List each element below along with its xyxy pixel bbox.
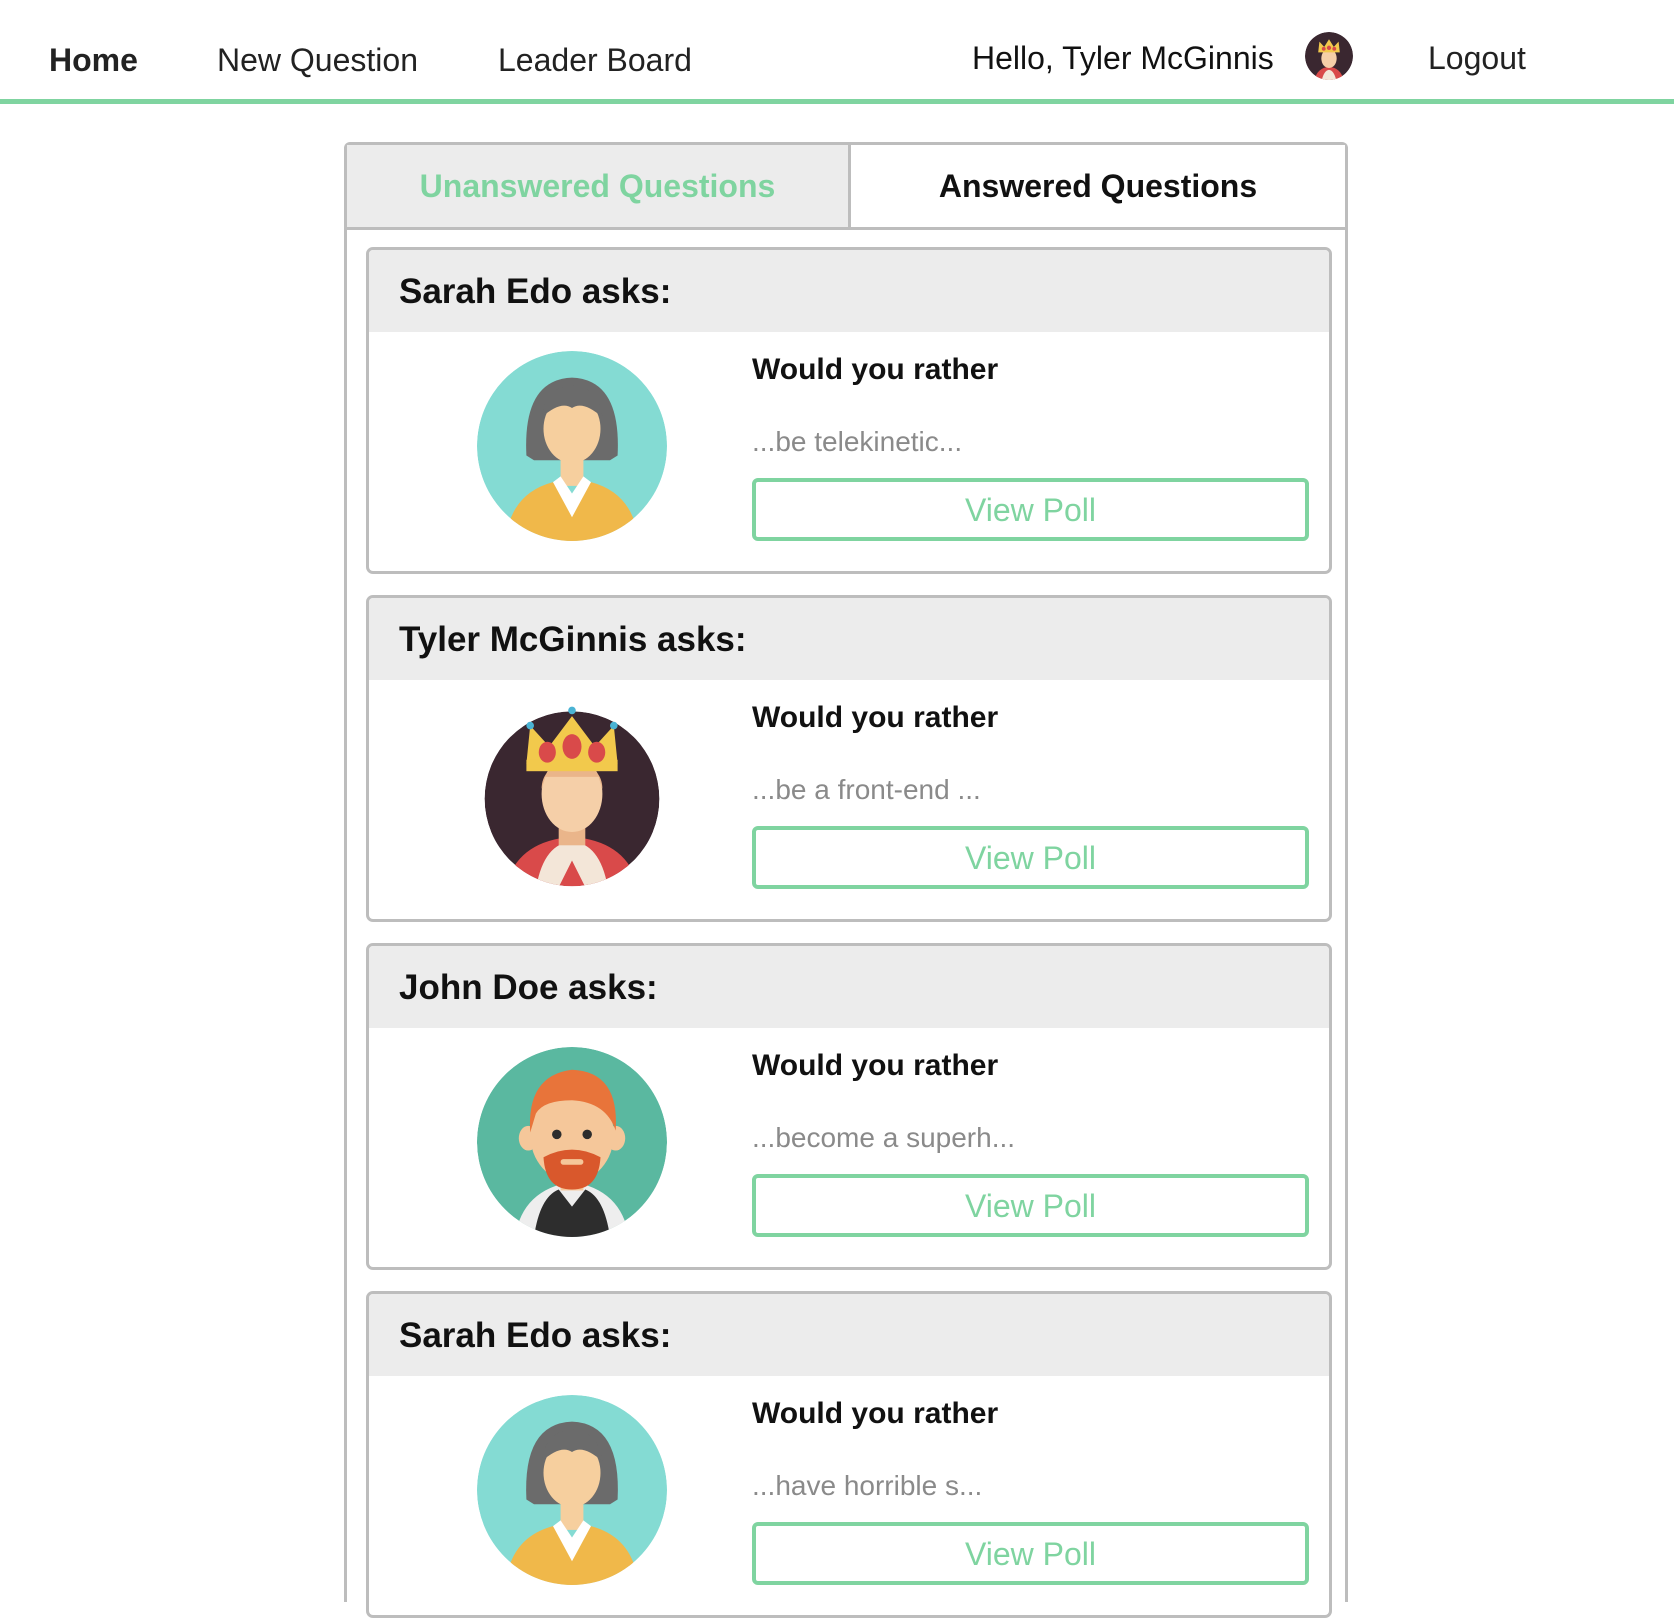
question-author: John Doe asks: [399,968,658,1007]
user-avatar-icon [1305,32,1353,80]
question-card-header: Sarah Edo asks: [369,1294,1329,1376]
sarah-avatar-icon [477,1395,667,1585]
view-poll-button[interactable]: View Poll [752,1174,1309,1237]
question-snippet: ...be telekinetic... [752,426,963,457]
question-snippet: ...have horrible s... [752,1470,983,1501]
question-card: John Doe asks: Would you rather ...becom… [366,943,1332,1270]
question-card: Sarah Edo asks: Would you rather ...be t… [366,247,1332,574]
question-author: Tyler McGinnis asks: [399,620,747,659]
question-card: Tyler McGinnis asks: Would you rather ..… [366,595,1332,922]
tab-unanswered-questions[interactable]: Unanswered Questions [347,145,851,227]
view-poll-button[interactable]: View Poll [752,826,1309,889]
question-card-header: Tyler McGinnis asks: [369,598,1329,680]
top-navbar: Home New Question Leader Board Hello, Ty… [0,0,1674,104]
question-prompt: Would you rather [752,353,999,386]
tab-answered-questions[interactable]: Answered Questions [851,145,1345,227]
question-author: Sarah Edo asks: [399,1316,672,1355]
nav-new-question-link[interactable]: New Question [217,42,418,79]
view-poll-button[interactable]: View Poll [752,478,1309,541]
question-card-header: John Doe asks: [369,946,1329,1028]
question-snippet: ...be a front-end ... [752,774,981,805]
question-tabs: Unanswered Questions Answered Questions [347,145,1345,230]
question-card: Sarah Edo asks: Would you rather ...have… [366,1291,1332,1618]
question-prompt: Would you rather [752,1397,999,1430]
nav-leader-board-link[interactable]: Leader Board [498,42,692,79]
tyler-avatar-icon [477,699,667,889]
question-snippet: ...become a superh... [752,1122,1016,1153]
question-author: Sarah Edo asks: [399,272,672,311]
view-poll-button[interactable]: View Poll [752,1522,1309,1585]
question-card-header: Sarah Edo asks: [369,250,1329,332]
nav-logout-link[interactable]: Logout [1428,40,1526,77]
sarah-avatar-icon [477,351,667,541]
question-prompt: Would you rather [752,1049,999,1082]
question-prompt: Would you rather [752,701,999,734]
john-avatar-icon [477,1047,667,1237]
nav-home-link[interactable]: Home [49,42,138,79]
questions-panel: Unanswered Questions Answered Questions … [344,142,1348,1618]
user-greeting: Hello, Tyler McGinnis [972,40,1274,76]
